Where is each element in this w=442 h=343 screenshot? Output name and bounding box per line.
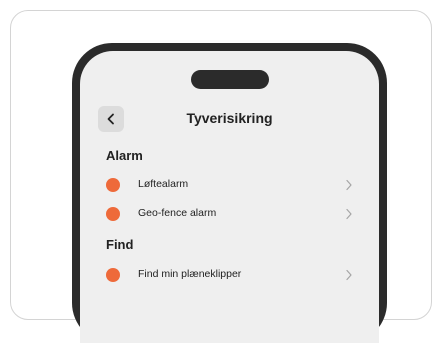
list-item-label: Geo-fence alarm bbox=[138, 207, 217, 219]
chevron-right-icon bbox=[346, 269, 352, 281]
list-item-find-min-plaeneklipper[interactable]: Find min plæneklipper bbox=[106, 265, 353, 285]
top-bar: Tyverisikring bbox=[80, 105, 379, 133]
status-dot bbox=[106, 207, 120, 221]
chevron-right-icon bbox=[346, 208, 352, 220]
list-item-label: Løftealarm bbox=[138, 178, 189, 190]
dynamic-island bbox=[191, 70, 269, 89]
status-dot bbox=[106, 268, 120, 282]
phone-screen: Tyverisikring Alarm Løftealarm Geo-fence… bbox=[80, 51, 379, 343]
chevron-right-icon bbox=[346, 179, 352, 191]
section-title-alarm: Alarm bbox=[106, 148, 143, 163]
list-item-label: Find min plæneklipper bbox=[138, 268, 242, 280]
list-item-geo-fence-alarm[interactable]: Geo-fence alarm bbox=[106, 204, 353, 224]
section-title-find: Find bbox=[106, 237, 134, 252]
status-dot bbox=[106, 178, 120, 192]
page-title: Tyverisikring bbox=[186, 110, 273, 126]
phone-frame: Tyverisikring Alarm Løftealarm Geo-fence… bbox=[72, 43, 387, 343]
list-item-loftealarm[interactable]: Løftealarm bbox=[106, 175, 353, 195]
